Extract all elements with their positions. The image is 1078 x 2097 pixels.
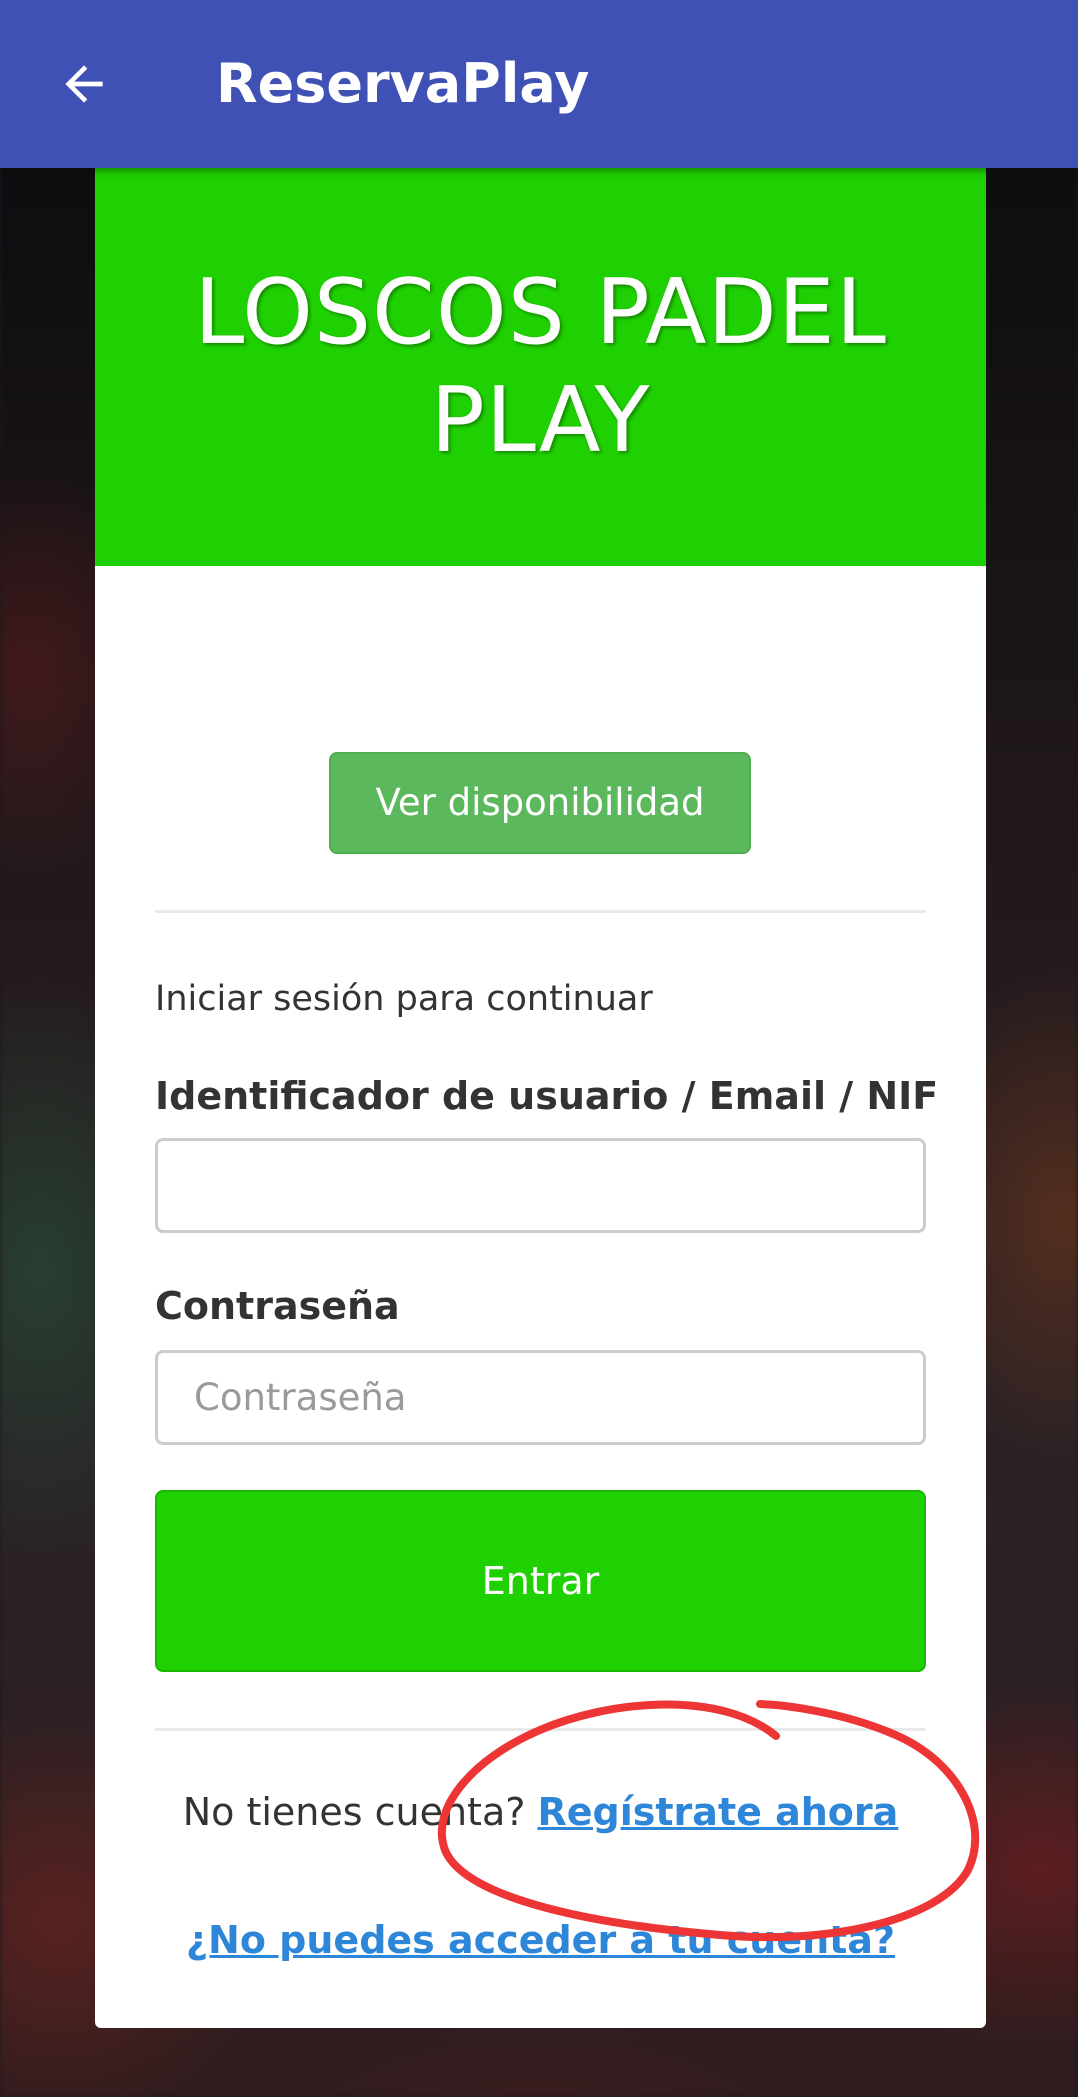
signup-link[interactable]: Regístrate ahora (538, 1790, 899, 1834)
signup-row: No tienes cuenta? Regístrate ahora (95, 1784, 986, 1840)
club-name: LOSCOS PADEL PLAY (194, 260, 887, 473)
password-input[interactable] (155, 1350, 926, 1445)
username-input[interactable] (155, 1138, 926, 1233)
recover-row: ¿No puedes acceder a tu cuenta? (95, 1912, 986, 1968)
recover-account-link[interactable]: ¿No puedes acceder a tu cuenta? (186, 1918, 895, 1962)
divider (155, 1728, 926, 1731)
app-title: ReservaPlay (216, 52, 590, 115)
availability-button-wrapper: Ver disponibilidad (329, 752, 751, 854)
login-intro: Iniciar sesión para continuar (155, 979, 653, 1019)
divider (155, 910, 926, 913)
username-label: Identificador de usuario / Email / NIF (155, 1074, 939, 1118)
back-button[interactable] (40, 44, 128, 124)
availability-button[interactable]: Ver disponibilidad (329, 752, 751, 854)
password-label: Contraseña (155, 1284, 400, 1328)
login-card: LOSCOS PADEL PLAY ES/PT/EN/IT/FR Ver dis… (95, 168, 986, 2028)
login-button[interactable]: Entrar (155, 1490, 926, 1672)
arrow-left-icon (65, 65, 103, 103)
app-screen: ReservaPlay LOSCOS PADEL PLAY ES/PT/EN/I… (0, 0, 1078, 2097)
app-bar: ReservaPlay (0, 0, 1078, 168)
club-header: LOSCOS PADEL PLAY (95, 168, 986, 566)
signup-prompt: No tienes cuenta? (182, 1790, 526, 1834)
